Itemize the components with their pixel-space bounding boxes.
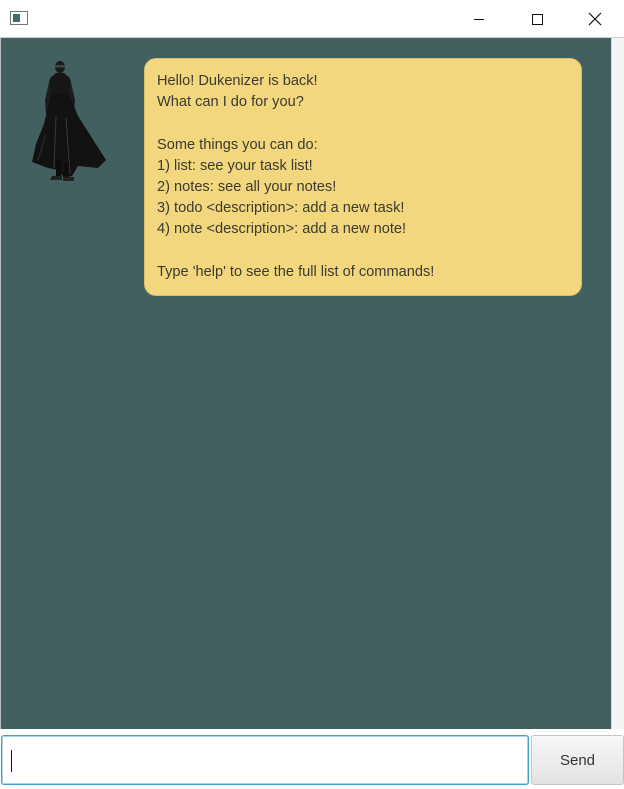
message-line bbox=[157, 113, 569, 134]
message-line: Type 'help' to see the full list of comm… bbox=[157, 263, 435, 280]
message-line: 4) note <description>: add a new note! bbox=[157, 221, 407, 238]
scrollbar-track[interactable] bbox=[611, 38, 624, 729]
message-line: What can I do for you? bbox=[157, 94, 304, 111]
close-button[interactable] bbox=[566, 0, 624, 38]
bot-message-bubble: Hello! Dukenizer is back! What can I do … bbox=[144, 58, 582, 296]
duke-avatar bbox=[32, 61, 106, 181]
title-bar bbox=[0, 0, 624, 38]
send-button[interactable]: Send bbox=[531, 735, 624, 785]
message-line: Some things you can do: bbox=[157, 136, 318, 153]
close-icon bbox=[588, 12, 602, 26]
message-line: 3) todo <description>: add a new task! bbox=[157, 200, 405, 217]
minimize-icon bbox=[474, 18, 484, 20]
text-cursor bbox=[11, 750, 12, 772]
message-line bbox=[157, 241, 569, 262]
message-input[interactable] bbox=[1, 735, 529, 785]
maximize-icon bbox=[531, 13, 543, 25]
message-line: Hello! Dukenizer is back! bbox=[157, 73, 318, 89]
minimize-button[interactable] bbox=[450, 0, 508, 38]
input-row: Send bbox=[0, 729, 624, 789]
maximize-button[interactable] bbox=[508, 0, 566, 38]
message-line: 2) notes: see all your notes! bbox=[157, 178, 337, 195]
app-icon bbox=[10, 11, 28, 25]
message-line: 1) list: see your task list! bbox=[157, 157, 313, 174]
